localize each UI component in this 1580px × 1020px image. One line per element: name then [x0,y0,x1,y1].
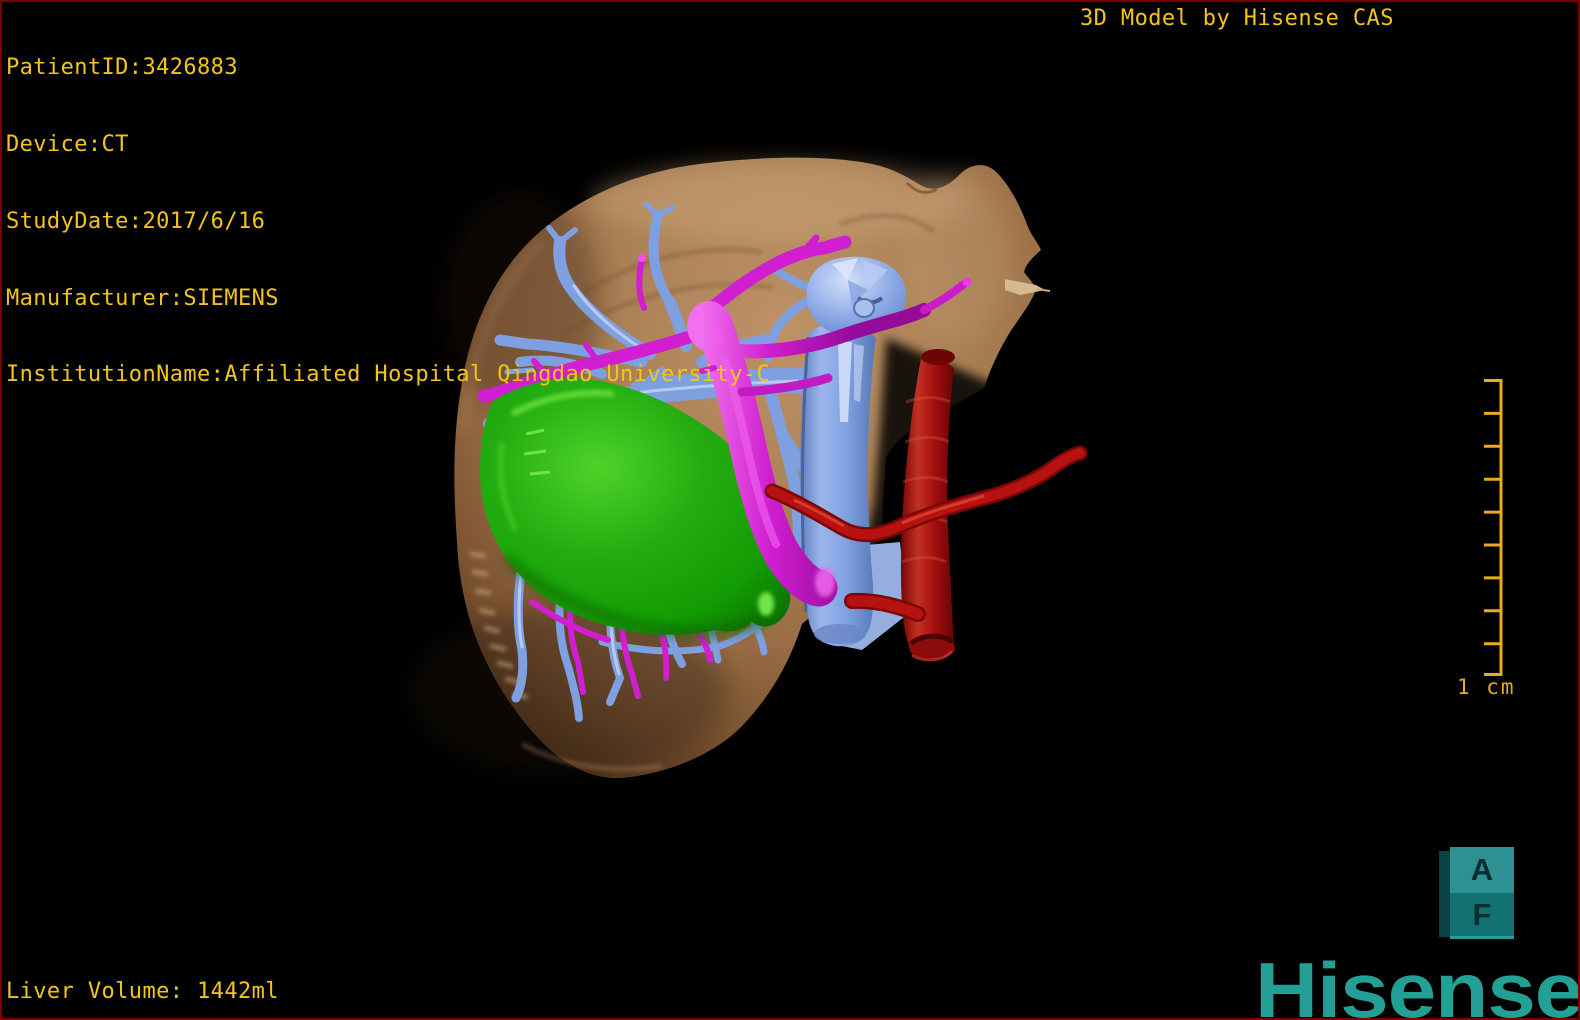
scale-ruler-label: 1 cm [1457,675,1516,699]
cas-3d-viewer-window: 1 cm PatientID:3426883 Device:CT StudyDa… [0,0,1580,1020]
scale-ruler [1484,379,1503,676]
device-line: Device:CT [6,131,129,157]
patient-id-line: PatientID:3426883 [6,55,238,81]
orientation-cube[interactable]: A F [1439,847,1514,940]
scene-title: 3D Model by Hisense CAS [1080,6,1394,31]
orientation-cube-front-face: A F [1450,847,1514,939]
manufacturer-line: Manufacturer:SIEMENS [6,285,279,311]
orientation-letter-foot: F [1450,893,1514,939]
orientation-cube-side-face [1439,851,1450,937]
study-date-line: StudyDate:2017/6/16 [6,208,266,234]
institution-line: InstitutionName:Affiliated Hospital Qing… [6,362,771,388]
orientation-letter-anterior: A [1450,847,1514,893]
hisense-logo: Hisense [1255,946,1580,1020]
patient-info-block: PatientID:3426883 Device:CT StudyDate:20… [6,4,770,439]
liver-volume-label: Liver Volume: 1442ml [6,979,279,1004]
